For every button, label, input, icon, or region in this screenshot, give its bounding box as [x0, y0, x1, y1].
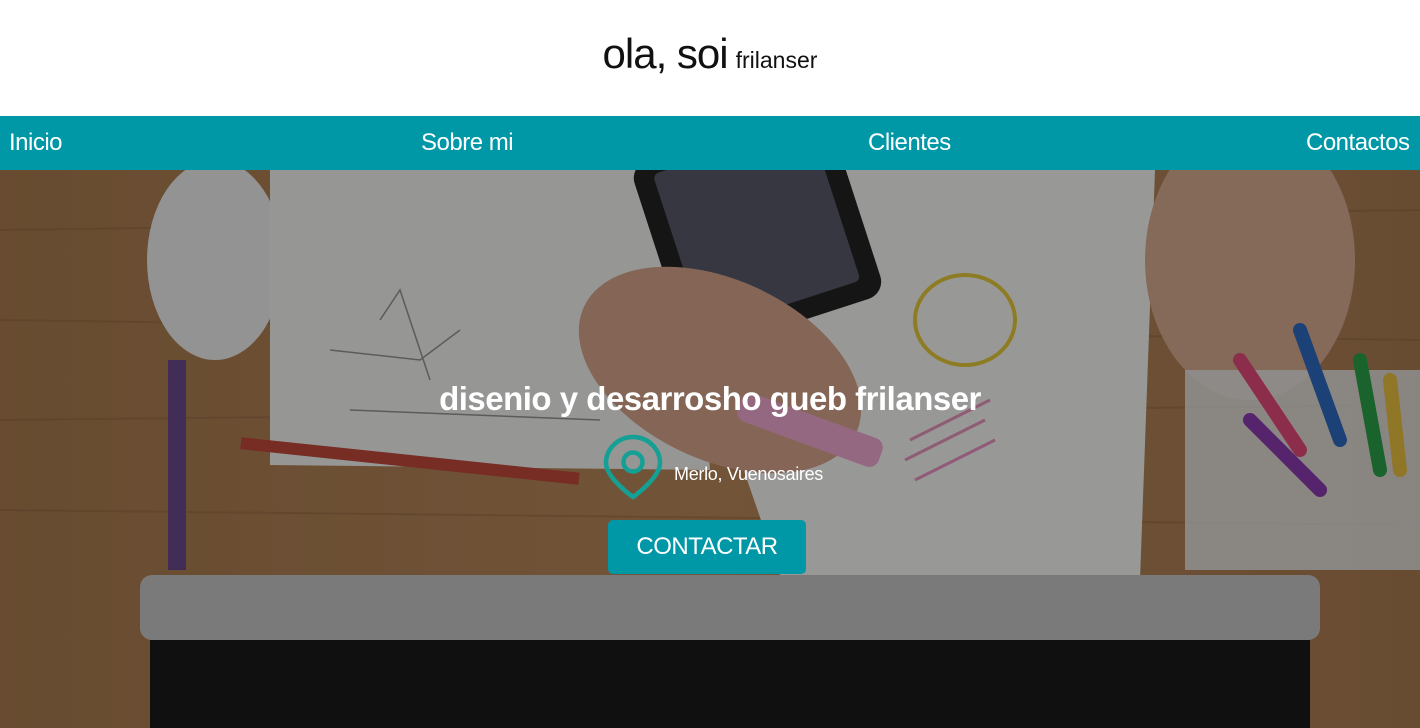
contactar-button[interactable]: CONTACTAR: [608, 520, 806, 574]
main-navbar: Inicio Sobre mi Clientes Contactos: [0, 116, 1420, 170]
nav-link-sobre-mi[interactable]: Sobre mi: [421, 116, 514, 170]
site-header: ola, soi frilanser: [0, 0, 1420, 116]
nav-link-contactos[interactable]: Contactos: [1306, 116, 1410, 170]
nav-link-clientes[interactable]: Clientes: [868, 116, 951, 170]
brand-sub-text: frilanser: [735, 47, 818, 73]
brand-main-text: ola, soi: [602, 30, 729, 77]
hero-section: disenio y desarrosho gueb frilanser Merl…: [0, 170, 1420, 728]
nav-link-inicio[interactable]: Inicio: [9, 116, 63, 170]
hero-dark-overlay: [0, 170, 1420, 728]
map-pin-icon: [603, 434, 663, 500]
hero-title: disenio y desarrosho gueb frilanser: [439, 380, 981, 418]
brand-logo[interactable]: ola, soi frilanser: [0, 30, 1420, 78]
location-text: Merlo, Vuenosaires: [674, 464, 824, 484]
